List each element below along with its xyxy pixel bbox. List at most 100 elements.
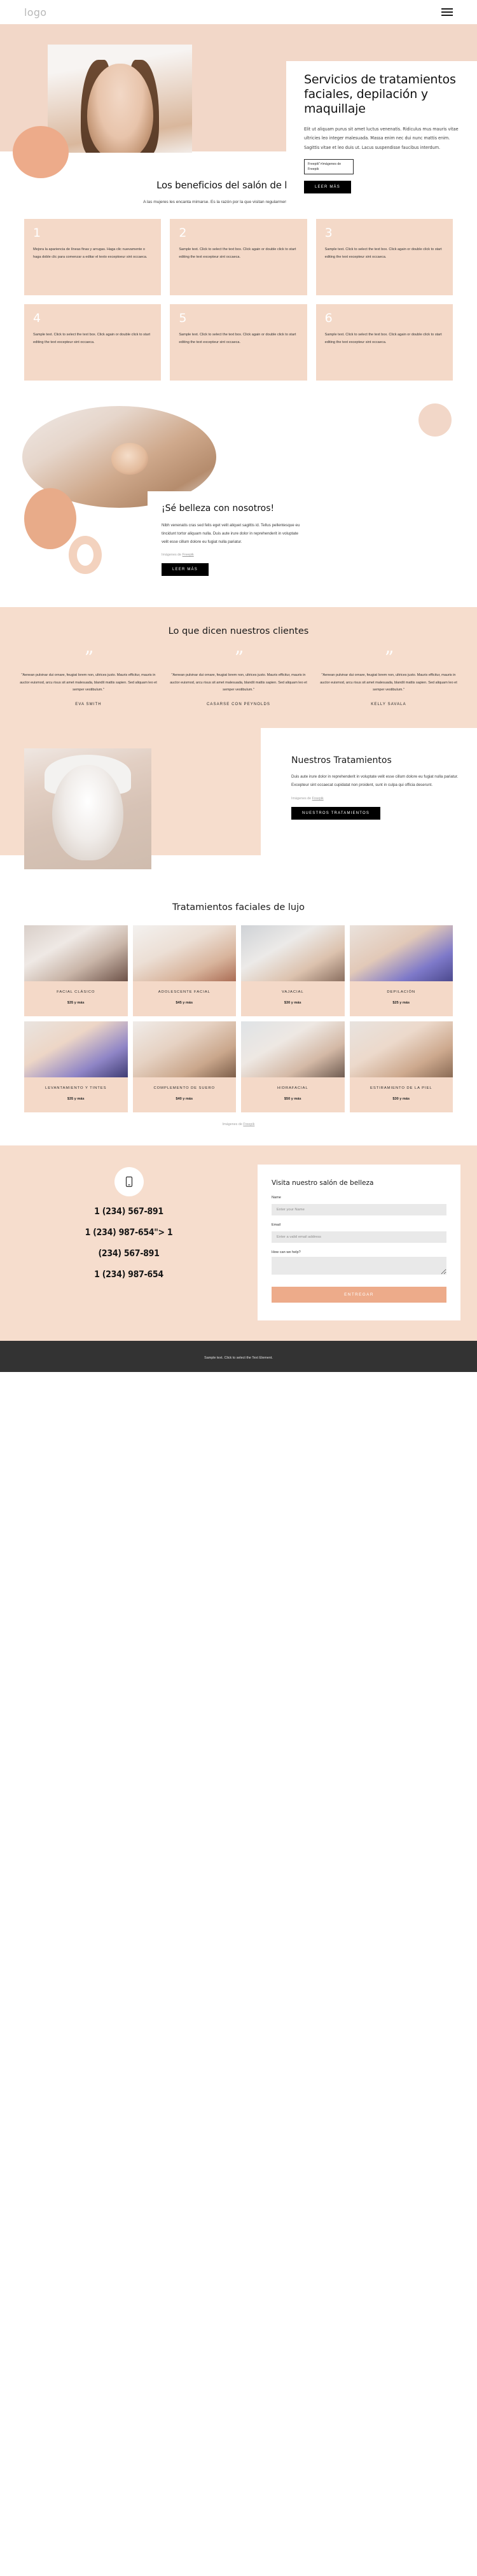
contact-info: 1 (234) 567-891 1 (234) 987-654"> 1 (234…: [0, 1165, 258, 1320]
treatment-price: $30 y más: [392, 1096, 410, 1101]
testimonials-section: Lo que dicen nuestros clientes ” "Aenean…: [0, 607, 477, 729]
hero-section: Servicios de tratamientos faciales, depi…: [0, 24, 477, 214]
credit-link[interactable]: Freepik: [183, 553, 194, 557]
spa-section: ¡Sé belleza con nosotros! Nibh venenatis…: [0, 397, 477, 608]
treatment-card[interactable]: LEVANTAMIENTO Y TINTES $35 y más: [24, 1021, 128, 1112]
credit-prefix: Imágenes de: [222, 1122, 244, 1126]
hero-paragraph: Elit ut aliquam purus sit amet luctus ve…: [304, 125, 459, 151]
treatment-card-body: VAJACIAL $30 y más: [241, 981, 345, 1016]
treatment-price: $35 y más: [67, 1096, 85, 1101]
treatment-card-body: LEVANTAMIENTO Y TINTES $35 y más: [24, 1077, 128, 1112]
treatment-card-body: ESTIRAMIENTO DE LA PIEL $30 y más: [350, 1077, 453, 1112]
hamburger-bar: [441, 15, 453, 16]
name-field-group: Name: [272, 1196, 446, 1216]
treatment-name: FACIAL CLÁSICO: [57, 990, 95, 995]
benefit-card: 3 Sample text. Click to select the text …: [315, 219, 453, 296]
benefit-card: 6 Sample text. Click to select the text …: [315, 304, 453, 381]
treatment-name: ADOLESCENTE FACIAL: [158, 990, 211, 995]
benefit-number: 5: [179, 311, 187, 326]
decorative-ring: [69, 536, 102, 575]
testimonials-grid: ” "Aenean pulvinar dui ornare, feugiat l…: [19, 647, 458, 707]
treatments-intro-section: Nuestros Tratamientos Duis aute irure do…: [0, 728, 477, 881]
treatment-thumbnail: [132, 1021, 236, 1078]
hero-title: Servicios de tratamientos faciales, depi…: [304, 73, 456, 116]
treatment-card-body: DEPILACIÓN $25 y más: [350, 981, 453, 1016]
hamburger-icon[interactable]: [441, 8, 453, 16]
treatment-card[interactable]: ADOLESCENTE FACIAL $45 y más: [132, 925, 236, 1017]
treatment-card-body: COMPLEMENTO DE SUERO $40 y más: [133, 1077, 237, 1112]
treatments-image-detail: [52, 765, 123, 861]
treatment-card[interactable]: ESTIRAMIENTO DE LA PIEL $30 y más: [349, 1021, 453, 1112]
treatment-card[interactable]: HIDRAFACIAL $50 y más: [241, 1021, 345, 1112]
luxury-title: Tratamientos faciales de lujo: [172, 902, 305, 913]
our-treatments-button[interactable]: NUESTROS TRATAMIENTOS: [291, 806, 381, 820]
phone-icon: [114, 1166, 144, 1196]
treatment-price: $40 y más: [176, 1096, 193, 1101]
treatments-intro-paragraph: Duis aute irure dolor in reprehenderit i…: [291, 774, 459, 788]
benefits-grid: 1 Mejora la apariencia de líneas finas y…: [24, 219, 453, 381]
benefit-text: Sample text. Click to select the text bo…: [33, 333, 151, 344]
luxury-grid: FACIAL CLÁSICO $35 y más ADOLESCENTE FAC…: [24, 925, 453, 1112]
treatment-card[interactable]: VAJACIAL $30 y más: [241, 925, 345, 1017]
treatment-price: $45 y más: [176, 1001, 193, 1005]
logo[interactable]: logo: [24, 6, 46, 18]
testimonial-author: EVA SMITH: [75, 703, 102, 707]
treatment-card[interactable]: COMPLEMENTO DE SUERO $40 y más: [132, 1021, 237, 1112]
treatment-card[interactable]: DEPILACIÓN $25 y más: [349, 925, 453, 1017]
luxury-treatments-section: Tratamientos faciales de lujo FACIAL CLÁ…: [0, 881, 477, 1145]
phone-list: 1 (234) 567-891 1 (234) 987-654"> 1 (234…: [19, 1207, 238, 1280]
phone-number[interactable]: 1 (234) 987-654: [19, 1270, 238, 1280]
quote-icon: ”: [84, 647, 93, 669]
treatments-intro-card: Nuestros Tratamientos Duis aute irure do…: [275, 743, 477, 834]
credit-link[interactable]: Freepik: [243, 1123, 254, 1126]
contact-form: Visita nuestro salón de belleza Name Ema…: [258, 1164, 460, 1321]
treatments-intro-title: Nuestros Tratamientos: [291, 755, 392, 766]
benefit-number: 3: [324, 226, 333, 241]
submit-button[interactable]: ENTREGAR: [272, 1287, 446, 1303]
benefit-number: 6: [324, 311, 333, 326]
spa-content-card: ¡Sé belleza con nosotros! Nibh venenatis…: [148, 491, 319, 591]
testimonial-card: ” "Aenean pulvinar dui ornare, feugiat l…: [19, 647, 158, 707]
treatment-name: HIDRAFACIAL: [277, 1086, 308, 1091]
benefit-number: 1: [33, 226, 41, 241]
quote-icon: ”: [234, 647, 244, 669]
treatments-image-credit[interactable]: Imágenes de Freepik: [291, 797, 459, 801]
spa-image-detail: [111, 442, 149, 475]
treatment-price: $50 y más: [284, 1096, 301, 1101]
message-field-label: How can we help?: [272, 1250, 301, 1255]
benefit-number: 4: [33, 311, 41, 326]
hero-image: [48, 45, 192, 153]
treatment-name: ESTIRAMIENTO DE LA PIEL: [370, 1086, 432, 1091]
treatment-name: VAJACIAL: [281, 990, 304, 995]
testimonial-card: ” "Aenean pulvinar dui ornare, feugiat l…: [169, 647, 308, 706]
credit-prefix: Imágenes de: [291, 796, 312, 801]
benefit-text: Sample text. Click to select the text bo…: [179, 333, 296, 344]
treatment-price: $25 y más: [392, 1001, 410, 1005]
contact-section: 1 (234) 567-891 1 (234) 987-654"> 1 (234…: [0, 1145, 477, 1341]
spa-paragraph: Nibh venenatis cras sed felis eget velit…: [162, 523, 300, 545]
benefit-text: Sample text. Click to select the text bo…: [179, 248, 296, 259]
name-field-label: Name: [272, 1196, 281, 1200]
testimonial-quote: "Aenean pulvinar dui ornare, feugiat lor…: [20, 673, 157, 692]
spa-read-more-button[interactable]: LEER MÁS: [162, 563, 209, 577]
email-input[interactable]: [272, 1231, 446, 1243]
luxury-image-credit[interactable]: Imágenes de Freepik: [24, 1123, 453, 1126]
hero-image-credit[interactable]: Freepik">Imágenes de Freepik: [304, 158, 354, 175]
decorative-circle: [13, 126, 69, 178]
spa-image-credit[interactable]: Imágenes de Freepik: [162, 553, 305, 557]
phone-number[interactable]: (234) 567-891: [19, 1249, 238, 1259]
benefit-card: 4 Sample text. Click to select the text …: [24, 304, 162, 381]
credit-link[interactable]: Freepik: [312, 797, 324, 801]
name-input[interactable]: [272, 1204, 446, 1216]
decorative-circle: [418, 403, 452, 437]
treatment-card[interactable]: FACIAL CLÁSICO $35 y más: [24, 925, 128, 1017]
treatments-intro-image: [24, 748, 151, 870]
benefit-text: Mejora la apariencia de líneas finas y a…: [33, 248, 148, 259]
benefit-number: 2: [179, 226, 187, 241]
message-textarea[interactable]: [272, 1257, 446, 1275]
phone-number[interactable]: 1 (234) 567-891: [19, 1207, 238, 1217]
treatment-thumbnail: [24, 925, 128, 982]
message-field-group: How can we help?: [272, 1250, 446, 1278]
hero-read-more-button[interactable]: LEER MÁS: [304, 181, 351, 194]
phone-number[interactable]: 1 (234) 987-654"> 1: [19, 1228, 238, 1238]
